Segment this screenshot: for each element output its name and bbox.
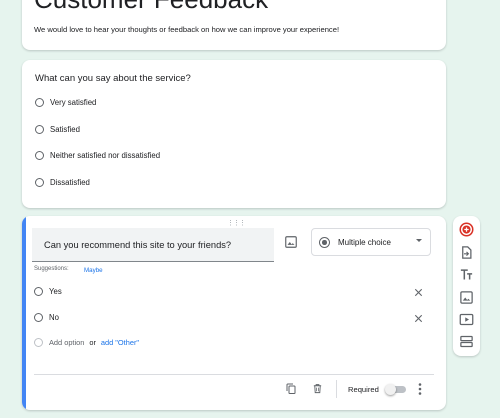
option-label: Satisfied [50,125,80,134]
radio-button[interactable] [35,98,44,107]
add-image-icon[interactable] [459,290,474,305]
form-description[interactable]: We would love to hear your thoughts or f… [34,25,339,34]
more-options-icon[interactable] [418,383,422,395]
radio-button[interactable] [35,178,44,187]
option-yes[interactable]: Yes [34,287,62,296]
question-title: What can you say about the service? [35,73,191,84]
radio-button[interactable] [35,125,44,134]
add-title-icon[interactable] [459,267,474,282]
drag-handle-icon[interactable]: ⋮⋮⋮ [227,219,246,227]
delete-icon[interactable] [312,382,323,395]
radio-type-icon [319,237,330,248]
required-toggle[interactable] [385,384,407,395]
option-label: Very satisfied [50,98,97,107]
chevron-down-icon [416,239,422,242]
add-option-button[interactable]: Add option [49,338,84,347]
option-dissatisfied[interactable]: Dissatisfied [35,178,90,187]
add-question-icon[interactable] [459,222,474,237]
radio-button[interactable] [35,151,44,160]
question-title-input[interactable]: Can you recommend this site to your frie… [32,228,274,262]
question-title-text: Can you recommend this site to your frie… [44,240,232,250]
import-questions-icon[interactable] [459,245,474,260]
form-title[interactable]: Customer Feedback [34,0,268,15]
option-label: Neither satisfied nor dissatisfied [50,151,161,160]
option-no[interactable]: No [34,313,59,322]
add-other-button[interactable]: add "Other" [101,338,139,347]
add-image-icon[interactable] [284,235,298,249]
question-card-service[interactable]: What can you say about the service? Very… [22,60,446,208]
form-header-card: Customer Feedback We would love to hear … [22,0,446,50]
option-neither[interactable]: Neither satisfied nor dissatisfied [35,151,160,160]
radio-button [34,313,43,322]
question-type-label: Multiple choice [338,238,391,247]
question-type-dropdown[interactable]: Multiple choice [311,228,431,256]
radio-button [34,338,43,347]
option-label[interactable]: No [49,313,59,322]
remove-option-icon[interactable] [413,313,424,324]
suggestion-chip-maybe[interactable]: Maybe [84,267,103,274]
toggle-thumb [385,384,396,395]
suggestions-label: Suggestions: [34,266,69,272]
radio-button [34,287,43,296]
option-satisfied[interactable]: Satisfied [35,125,80,134]
active-question-accent [22,216,26,410]
duplicate-icon[interactable] [285,382,297,395]
add-section-icon[interactable] [459,334,474,349]
option-label[interactable]: Yes [49,287,62,296]
divider [336,380,337,398]
or-text: or [89,338,96,347]
side-toolbar [453,216,480,356]
remove-option-icon[interactable] [413,287,424,298]
option-very-satisfied[interactable]: Very satisfied [35,98,96,107]
add-option-row: Add option or add "Other" [34,338,139,347]
divider [34,374,434,375]
required-label: Required [348,385,379,394]
question-card-recommend[interactable]: ⋮⋮⋮ Can you recommend this site to your … [22,216,446,410]
option-label: Dissatisfied [50,178,90,187]
add-video-icon[interactable] [459,312,474,327]
